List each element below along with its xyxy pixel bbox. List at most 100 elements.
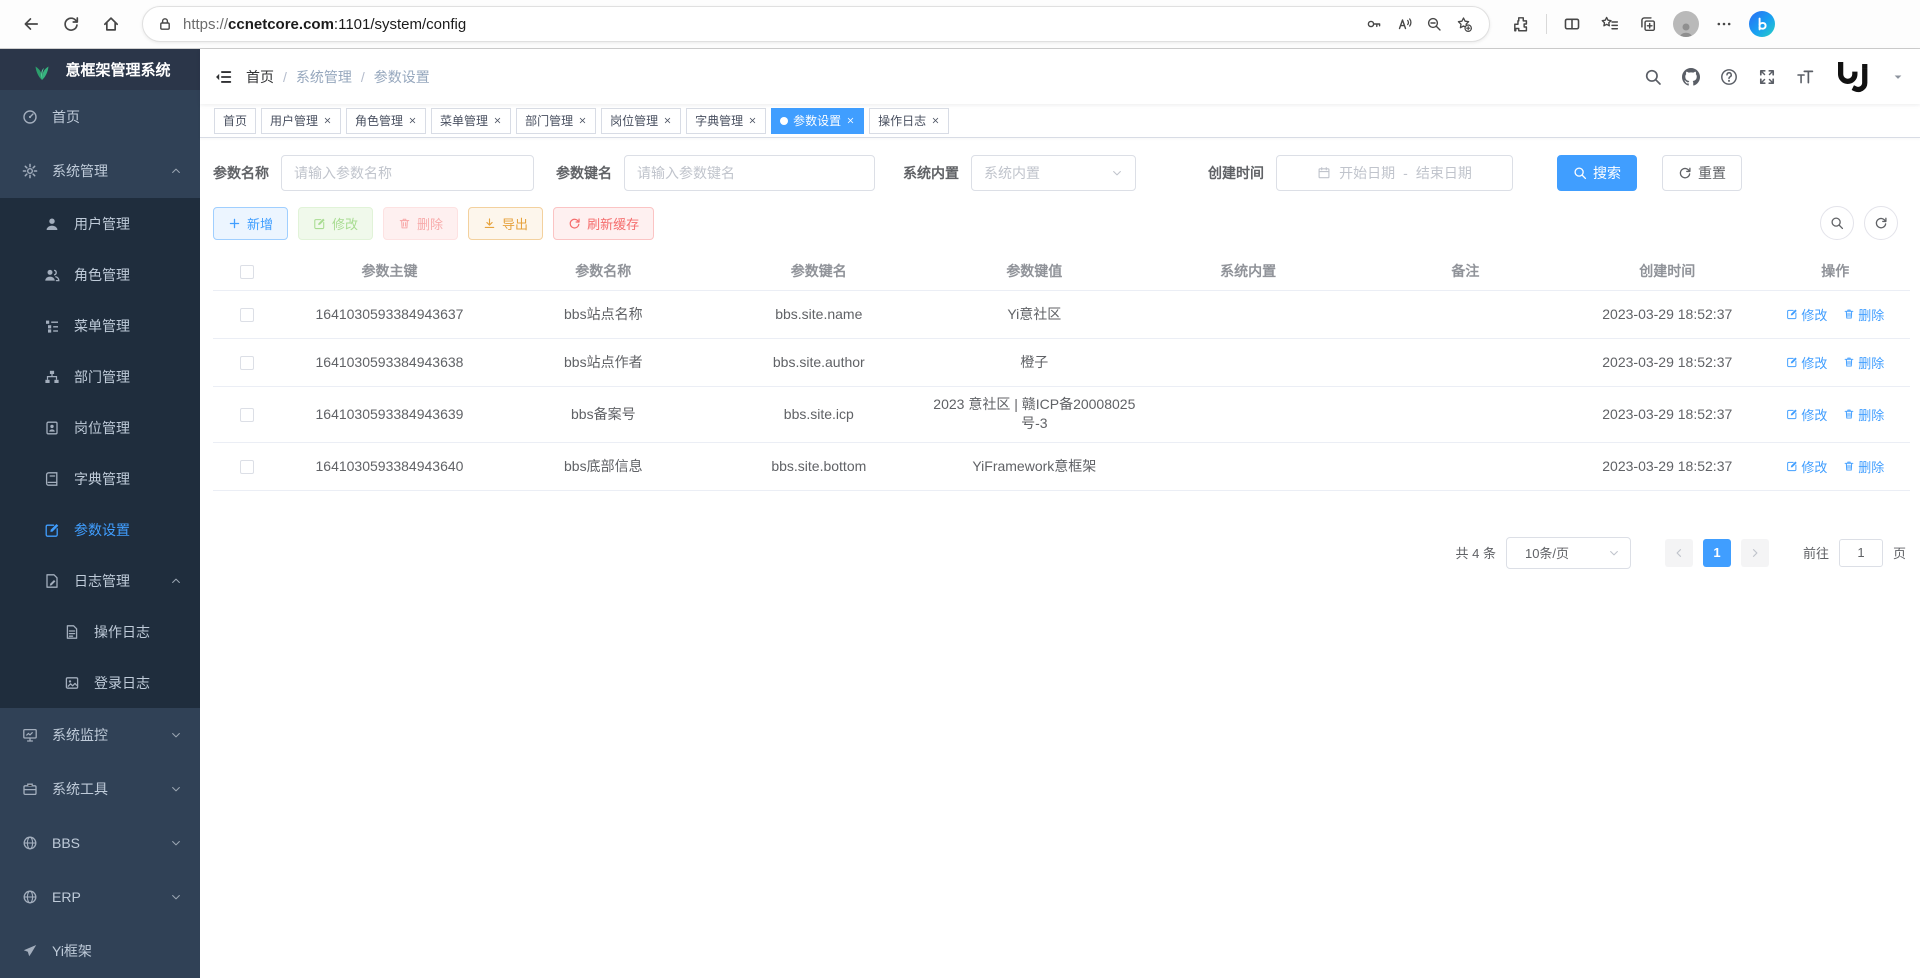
table-row[interactable]: 1641030593384943639 bbs备案号 bbs.site.icp …	[213, 386, 1910, 442]
key-filter-input[interactable]: 请输入参数键名	[624, 155, 875, 191]
date-range-picker[interactable]: 开始日期 - 结束日期	[1276, 155, 1513, 191]
sidebar-item-operation-log[interactable]: 操作日志	[0, 606, 200, 657]
close-icon[interactable]	[493, 116, 502, 125]
next-page-button[interactable]	[1741, 539, 1769, 567]
close-icon[interactable]	[663, 116, 672, 125]
breadcrumb-config: 参数设置	[374, 67, 430, 87]
row-checkbox[interactable]	[240, 460, 254, 474]
close-icon[interactable]	[748, 116, 757, 125]
sidebar-item-dictionary[interactable]: 字典管理	[0, 453, 200, 504]
user-avatar-logo[interactable]	[1834, 58, 1872, 96]
read-aloud-icon[interactable]	[1389, 9, 1419, 39]
sidebar-item-monitor[interactable]: 系统监控	[0, 708, 200, 762]
profile-avatar[interactable]	[1669, 7, 1703, 41]
builtin-filter-select[interactable]: 系统内置	[971, 155, 1136, 191]
tab-menus[interactable]: 菜单管理	[431, 108, 511, 134]
tab-departments[interactable]: 部门管理	[516, 108, 596, 134]
extensions-icon[interactable]	[1504, 7, 1538, 41]
header-search-icon[interactable]	[1644, 68, 1662, 86]
sidebar-item-tools[interactable]: 系统工具	[0, 762, 200, 816]
help-icon[interactable]	[1720, 68, 1738, 86]
row-checkbox[interactable]	[240, 356, 254, 370]
close-icon[interactable]	[323, 116, 332, 125]
delete-button[interactable]: 删除	[383, 207, 458, 240]
row-edit-link[interactable]: 修改	[1786, 305, 1827, 324]
sidebar-item-yiframework[interactable]: Yi框架	[0, 924, 200, 978]
address-bar[interactable]: https://ccnetcore.com:1101/system/config	[142, 6, 1490, 42]
name-filter-input[interactable]: 请输入参数名称	[281, 155, 534, 191]
copilot-icon[interactable]	[1745, 7, 1779, 41]
row-checkbox[interactable]	[240, 408, 254, 422]
goto-page-input[interactable]	[1839, 539, 1883, 567]
table-row[interactable]: 1641030593384943637 bbs站点名称 bbs.site.nam…	[213, 290, 1910, 338]
url-text[interactable]: https://ccnetcore.com:1101/system/config	[183, 16, 1359, 33]
tab-config[interactable]: 参数设置	[771, 108, 864, 134]
start-date-placeholder[interactable]: 开始日期	[1339, 163, 1395, 183]
show-search-button[interactable]	[1820, 206, 1854, 240]
zoom-out-icon[interactable]	[1419, 9, 1449, 39]
prev-page-button[interactable]	[1665, 539, 1693, 567]
sidebar-item-menus[interactable]: 菜单管理	[0, 300, 200, 351]
tab-dictionary[interactable]: 字典管理	[686, 108, 766, 134]
search-button[interactable]: 搜索	[1557, 155, 1637, 191]
sidebar-fold-icon[interactable]	[214, 68, 232, 86]
close-icon[interactable]	[578, 116, 587, 125]
tab-home[interactable]: 首页	[214, 108, 256, 134]
app-title: 意框架管理系统	[65, 59, 170, 80]
row-edit-link[interactable]: 修改	[1786, 457, 1827, 476]
refresh-cache-button[interactable]: 刷新缓存	[553, 207, 654, 240]
row-edit-link[interactable]: 修改	[1786, 405, 1827, 424]
end-date-placeholder[interactable]: 结束日期	[1416, 163, 1472, 183]
refresh-table-button[interactable]	[1864, 206, 1898, 240]
sidebar-item-roles[interactable]: 角色管理	[0, 249, 200, 300]
reset-button[interactable]: 重置	[1662, 155, 1742, 191]
close-icon[interactable]	[408, 116, 417, 125]
table-row[interactable]: 1641030593384943638 bbs站点作者 bbs.site.aut…	[213, 338, 1910, 386]
select-all-checkbox[interactable]	[240, 265, 254, 279]
table-row[interactable]: 1641030593384943640 bbs底部信息 bbs.site.bot…	[213, 442, 1910, 490]
tab-operation-log[interactable]: 操作日志	[869, 108, 949, 134]
tab-users[interactable]: 用户管理	[261, 108, 341, 134]
sidebar-item-bbs[interactable]: BBS	[0, 816, 200, 870]
close-icon[interactable]	[931, 116, 940, 125]
sidebar-item-users[interactable]: 用户管理	[0, 198, 200, 249]
sidebar-item-logs[interactable]: 日志管理	[0, 555, 200, 606]
row-edit-link[interactable]: 修改	[1786, 353, 1827, 372]
sidebar-item-departments[interactable]: 部门管理	[0, 351, 200, 402]
sidebar-item-erp[interactable]: ERP	[0, 870, 200, 924]
page-size-select[interactable]: 10条/页	[1506, 537, 1631, 569]
breadcrumb-system[interactable]: 系统管理	[296, 67, 352, 87]
browser-home-button[interactable]	[94, 7, 128, 41]
password-key-icon[interactable]	[1359, 9, 1389, 39]
edit-button[interactable]: 修改	[298, 207, 373, 240]
row-delete-link[interactable]: 删除	[1843, 457, 1884, 476]
sidebar-item-home[interactable]: 首页	[0, 90, 200, 144]
sidebar-item-system[interactable]: 系统管理	[0, 144, 200, 198]
tab-roles[interactable]: 角色管理	[346, 108, 426, 134]
browser-refresh-button[interactable]	[54, 7, 88, 41]
row-delete-link[interactable]: 删除	[1843, 405, 1884, 424]
sidebar-item-config[interactable]: 参数设置	[0, 504, 200, 555]
current-page-button[interactable]: 1	[1703, 539, 1731, 567]
favorites-bar-icon[interactable]	[1593, 7, 1627, 41]
row-checkbox[interactable]	[240, 308, 254, 322]
github-icon[interactable]	[1682, 68, 1700, 86]
close-icon[interactable]	[846, 116, 855, 125]
row-delete-link[interactable]: 删除	[1843, 305, 1884, 324]
favorite-add-icon[interactable]	[1449, 9, 1479, 39]
add-button[interactable]: 新增	[213, 207, 288, 240]
collections-icon[interactable]	[1631, 7, 1665, 41]
browser-back-button[interactable]	[14, 7, 48, 41]
chevron-up-icon	[170, 575, 182, 587]
font-size-icon[interactable]	[1796, 68, 1814, 86]
split-screen-icon[interactable]	[1555, 7, 1589, 41]
tab-posts[interactable]: 岗位管理	[601, 108, 681, 134]
export-button[interactable]: 导出	[468, 207, 543, 240]
browser-more-icon[interactable]	[1707, 7, 1741, 41]
caret-down-icon[interactable]	[1892, 71, 1904, 83]
breadcrumb-home[interactable]: 首页	[246, 67, 274, 87]
sidebar-item-login-log[interactable]: 登录日志	[0, 657, 200, 708]
sidebar-item-posts[interactable]: 岗位管理	[0, 402, 200, 453]
fullscreen-icon[interactable]	[1758, 68, 1776, 86]
row-delete-link[interactable]: 删除	[1843, 353, 1884, 372]
